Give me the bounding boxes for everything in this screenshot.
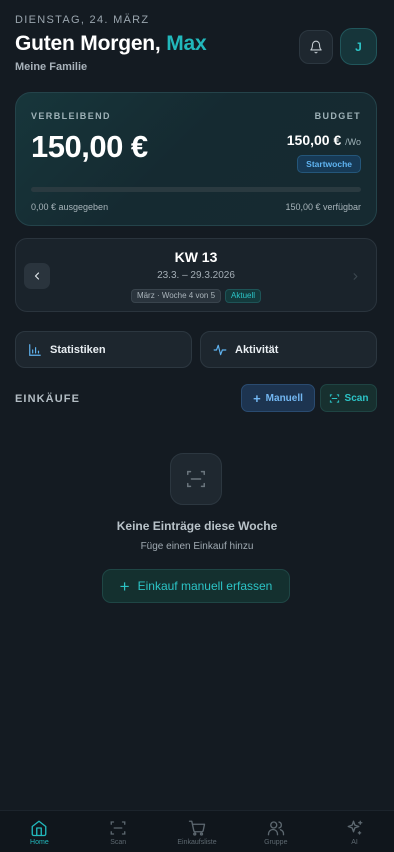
- statistics-button[interactable]: Statistiken: [15, 331, 192, 368]
- bottom-tab-bar: Home Scan Einkaufsliste Gruppe AI: [0, 810, 394, 852]
- scan-icon: [110, 821, 126, 835]
- purchases-section-title: EINKÄUFE: [15, 393, 81, 405]
- add-purchase-label: Einkauf manuell erfassen: [137, 579, 273, 593]
- budget-progress-bar: [31, 187, 361, 192]
- activity-button[interactable]: Aktivität: [200, 331, 377, 368]
- budget-label: BUDGET: [314, 111, 361, 121]
- add-purchase-manually-button[interactable]: + Einkauf manuell erfassen: [102, 569, 290, 603]
- date-label: DIENSTAG, 24. MÄRZ: [15, 14, 150, 26]
- tab-label: AI: [351, 839, 358, 846]
- plus-icon: +: [119, 576, 130, 596]
- scan-label: Scan: [344, 392, 369, 404]
- statistics-label: Statistiken: [50, 343, 106, 356]
- activity-label: Aktivität: [235, 343, 279, 356]
- bar-chart-icon: [29, 343, 41, 356]
- budget-amount: 150,00 €: [286, 132, 342, 148]
- empty-state-icon-box: [170, 453, 222, 505]
- tab-group[interactable]: Gruppe: [236, 811, 315, 852]
- add-manual-button[interactable]: + Manuell: [241, 384, 315, 412]
- chevron-right-icon: [353, 272, 357, 280]
- budget-period: /Wo: [345, 137, 361, 147]
- notifications-button[interactable]: [299, 30, 333, 64]
- tab-scan[interactable]: Scan: [79, 811, 158, 852]
- sparkles-icon: [347, 820, 363, 835]
- empty-state-subtitle: Füge einen Einkauf hinzu: [140, 541, 254, 552]
- spent-text: 0,00 € ausgegeben: [31, 202, 109, 212]
- week-selector: KW 13 23.3. – 29.3.2026 März · Woche 4 v…: [15, 238, 377, 312]
- add-manual-label: Manuell: [265, 392, 303, 404]
- cart-icon: [188, 820, 206, 836]
- tab-label: Gruppe: [264, 839, 288, 846]
- scan-frame-icon: [187, 470, 205, 488]
- scan-button[interactable]: Scan: [320, 384, 377, 412]
- bell-icon: [310, 40, 322, 54]
- budget-card: VERBLEIBEND BUDGET 150,00 € 150,00 € /Wo…: [15, 92, 377, 226]
- start-week-badge: Startwoche: [297, 155, 361, 173]
- remaining-amount: 150,00 €: [31, 129, 148, 164]
- plus-icon: +: [253, 390, 261, 406]
- tab-ai[interactable]: AI: [315, 811, 394, 852]
- budget-amount-row: 150,00 € /Wo: [287, 132, 361, 148]
- header: DIENSTAG, 24. MÄRZ Guten Morgen, Max Mei…: [15, 14, 377, 80]
- tab-shopping-list[interactable]: Einkaufsliste: [158, 811, 237, 852]
- tab-label: Einkaufsliste: [177, 839, 217, 846]
- user-name: Max: [166, 32, 207, 55]
- week-tags: März · Woche 4 von 5 Aktuell: [16, 289, 376, 303]
- month-tag: März · Woche 4 von 5: [130, 289, 222, 303]
- greeting-text: Guten Morgen,: [15, 32, 161, 55]
- remaining-label: VERBLEIBEND: [31, 111, 111, 121]
- tab-home[interactable]: Home: [0, 811, 79, 852]
- avatar-initial: J: [355, 39, 362, 54]
- tab-label: Home: [30, 839, 49, 846]
- scan-icon: [329, 393, 339, 403]
- users-icon: [267, 821, 284, 836]
- tab-label: Scan: [110, 839, 127, 846]
- empty-state-title: Keine Einträge diese Woche: [116, 519, 278, 533]
- week-range: 23.3. – 29.3.2026: [157, 270, 235, 281]
- avatar-button[interactable]: J: [340, 28, 377, 65]
- activity-icon: [213, 344, 227, 355]
- next-week-button[interactable]: [342, 263, 368, 289]
- week-title: KW 13: [174, 249, 218, 265]
- available-text: 150,00 € verfügbar: [285, 202, 361, 212]
- home-icon: [31, 820, 47, 837]
- current-tag: Aktuell: [225, 289, 262, 303]
